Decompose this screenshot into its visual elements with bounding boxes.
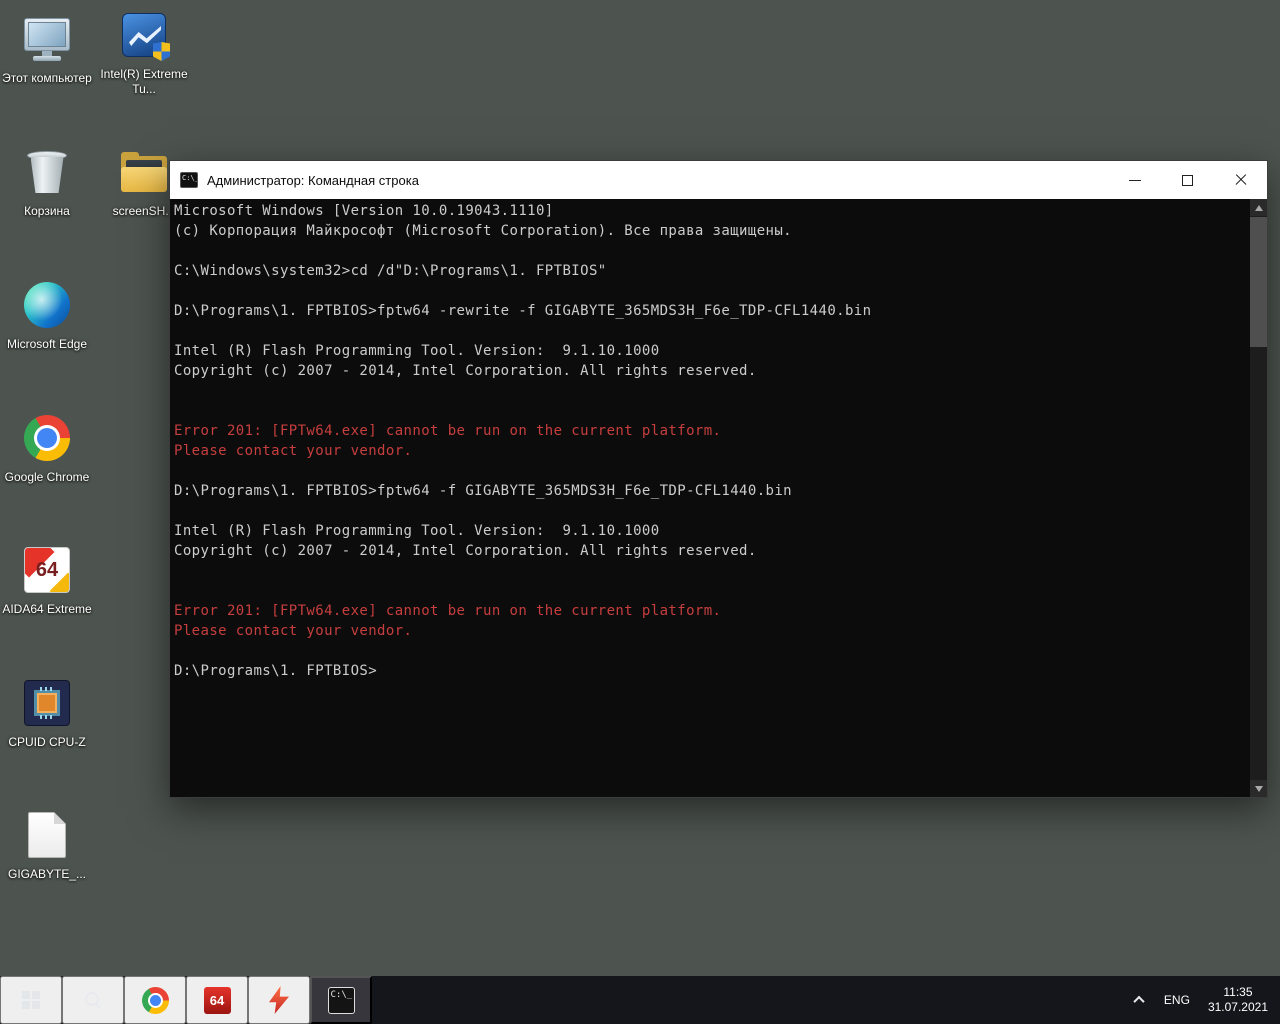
taskbar-lightning-button[interactable]: [248, 976, 310, 1024]
console-output[interactable]: Microsoft Windows [Version 10.0.19043.11…: [170, 199, 1250, 797]
desktop-icon-this-pc[interactable]: Этот компьютер: [1, 12, 93, 86]
taskbar: 64 C:\_ ENG 11:35 31.07.2021: [0, 976, 1280, 1024]
aida64-icon: 64: [24, 543, 70, 597]
search-icon: [84, 991, 102, 1009]
clock-date: 31.07.2021: [1207, 1000, 1268, 1014]
chrome-icon: [24, 411, 70, 465]
desktop-icon-label: Корзина: [24, 204, 70, 218]
desktop-icon-cpu-z[interactable]: CPUID CPU-Z: [1, 676, 93, 750]
intel-xtu-icon: [122, 8, 170, 62]
titlebar[interactable]: C:\_ Администратор: Командная строка: [170, 161, 1267, 199]
aida64-icon: 64: [203, 986, 231, 1014]
desktop: Этот компьютер Intel(R) Extreme Tu... Ко…: [0, 0, 1280, 1024]
console-line: Please contact your vendor.: [174, 623, 413, 639]
console-line: D:\Programs\1. FPTBIOS>: [174, 663, 378, 679]
taskbar-chrome-button[interactable]: [124, 976, 186, 1024]
console-line: Microsoft Windows [Version 10.0.19043.11…: [174, 203, 554, 219]
console-scrollbar[interactable]: [1250, 199, 1267, 797]
console-line: D:\Programs\1. FPTBIOS>fptw64 -rewrite -…: [174, 303, 872, 319]
console-line: C:\Windows\system32>cd /d"D:\Programs\1.…: [174, 263, 607, 279]
desktop-icon-microsoft-edge[interactable]: Microsoft Edge: [1, 278, 93, 352]
desktop-icon-aida64[interactable]: 64 AIDA64 Extreme: [1, 543, 93, 617]
console-line: Copyright (c) 2007 - 2014, Intel Corpora…: [174, 363, 757, 379]
taskbar-cmd-button[interactable]: C:\_: [310, 976, 372, 1024]
start-button[interactable]: [0, 976, 62, 1024]
console-area: Microsoft Windows [Version 10.0.19043.11…: [170, 199, 1267, 797]
console-line: Error 201: [FPTw64.exe] cannot be run on…: [174, 603, 722, 619]
desktop-icon-intel-xtu[interactable]: Intel(R) Extreme Tu...: [98, 8, 190, 97]
recycle-bin-icon: [27, 145, 67, 199]
console-line: Error 201: [FPTw64.exe] cannot be run on…: [174, 423, 722, 439]
uac-shield-icon: [153, 42, 170, 61]
chevron-up-icon: [1133, 995, 1145, 1008]
desktop-icon-label: screenSH...: [112, 204, 176, 218]
cpu-z-icon: [24, 676, 70, 730]
minimize-button[interactable]: [1108, 161, 1161, 199]
desktop-icon-label: CPUID CPU-Z: [8, 735, 86, 749]
desktop-icon-label: GIGABYTE_...: [7, 867, 87, 881]
console-line: (c) Корпорация Майкрософт (Microsoft Cor…: [174, 223, 793, 239]
desktop-icon-google-chrome[interactable]: Google Chrome: [1, 411, 93, 485]
chrome-icon: [141, 986, 169, 1014]
clock[interactable]: 11:35 31.07.2021: [1200, 976, 1280, 1024]
desktop-icon-recycle-bin[interactable]: Корзина: [1, 145, 93, 219]
edge-icon: [24, 278, 70, 332]
document-icon: [28, 808, 66, 862]
arrow-up-icon: [1254, 204, 1263, 211]
window-title: Администратор: Командная строка: [207, 172, 419, 188]
desktop-icon-gigabyte-file[interactable]: GIGABYTE_...: [1, 808, 93, 882]
desktop-icon-label: AIDA64 Extreme: [2, 602, 92, 616]
console-line: Copyright (c) 2007 - 2014, Intel Corpora…: [174, 543, 757, 559]
desktop-icon-label: Google Chrome: [4, 470, 90, 484]
close-icon: [1234, 173, 1248, 187]
console-line: D:\Programs\1. FPTBIOS>fptw64 -f GIGABYT…: [174, 483, 793, 499]
clock-time: 11:35: [1223, 985, 1253, 999]
lightning-icon: [269, 986, 289, 1014]
taskbar-aida64-button[interactable]: 64: [186, 976, 248, 1024]
close-button[interactable]: [1214, 161, 1267, 199]
desktop-icon-label: Microsoft Edge: [6, 337, 88, 351]
windows-logo-icon: [22, 991, 40, 1009]
maximize-button[interactable]: [1161, 161, 1214, 199]
cmd-icon: C:\_: [180, 172, 198, 188]
scroll-down-button[interactable]: [1250, 780, 1267, 797]
cmd-icon: C:\_: [327, 986, 355, 1014]
search-button[interactable]: [62, 976, 124, 1024]
arrow-down-icon: [1254, 785, 1263, 792]
window-controls: [1108, 161, 1267, 199]
system-tray: ENG 11:35 31.07.2021: [1124, 976, 1280, 1024]
minimize-icon: [1128, 179, 1141, 181]
tray-expand-button[interactable]: [1124, 976, 1154, 1024]
console-line: Intel (R) Flash Programming Tool. Versio…: [174, 523, 660, 539]
console-line: Intel (R) Flash Programming Tool. Versio…: [174, 343, 660, 359]
desktop-icon-label: Этот компьютер: [2, 71, 92, 85]
this-pc-icon: [24, 12, 70, 66]
folder-icon: [118, 145, 170, 199]
language-indicator[interactable]: ENG: [1154, 976, 1200, 1024]
desktop-icon-label: Intel(R) Extreme Tu...: [100, 67, 188, 96]
cmd-window: C:\_ Администратор: Командная строка Mic…: [169, 160, 1268, 798]
console-line: Please contact your vendor.: [174, 443, 413, 459]
scroll-up-button[interactable]: [1250, 199, 1267, 216]
scrollbar-thumb[interactable]: [1250, 217, 1267, 347]
maximize-icon: [1182, 174, 1193, 186]
